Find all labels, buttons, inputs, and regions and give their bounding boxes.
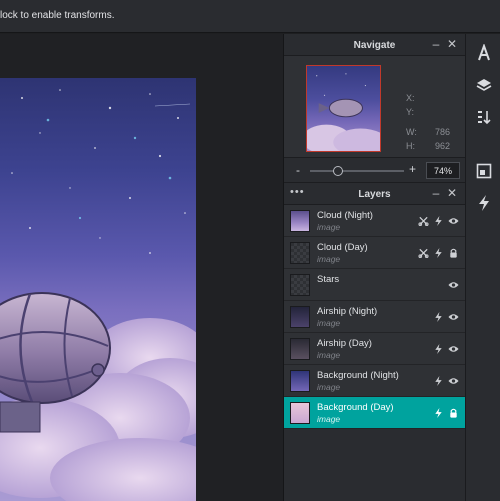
bolt-icon[interactable] bbox=[433, 375, 444, 387]
hint-text: lock to enable transforms. bbox=[0, 10, 115, 21]
layer-thumbnail bbox=[290, 306, 310, 328]
layer-name: Background (Night) bbox=[317, 370, 399, 381]
navigate-panel: X: Y: W: H: 786 962 bbox=[284, 56, 465, 157]
navigate-header: Navigate – ✕ bbox=[284, 34, 465, 56]
side-panels: Navigate – ✕ X: Y: W: H: 786 962 - + 74%… bbox=[283, 34, 465, 501]
layer-actions bbox=[418, 214, 459, 228]
width-label: W: bbox=[406, 127, 417, 137]
canvas-area[interactable] bbox=[0, 34, 283, 501]
layer-row[interactable]: Cloud (Night) image bbox=[284, 205, 465, 237]
layer-row[interactable]: Airship (Night) image bbox=[284, 301, 465, 333]
eye-icon[interactable] bbox=[448, 311, 459, 323]
zoom-out-button[interactable]: - bbox=[296, 163, 300, 177]
layer-row[interactable]: Airship (Day) image bbox=[284, 333, 465, 365]
artwork-canvas[interactable] bbox=[0, 78, 196, 501]
height-label: H: bbox=[406, 141, 415, 151]
layer-thumbnail bbox=[290, 274, 310, 296]
zoom-controls: - + bbox=[284, 157, 465, 183]
y-label: Y: bbox=[406, 107, 415, 117]
layer-type: image bbox=[317, 254, 341, 264]
right-toolbar bbox=[465, 34, 500, 501]
artwork-image bbox=[0, 89, 196, 501]
layer-type: image bbox=[317, 414, 341, 424]
bolt-icon[interactable] bbox=[433, 311, 444, 323]
layer-name: Cloud (Night) bbox=[317, 210, 373, 221]
layer-row[interactable]: Background (Day) image bbox=[284, 397, 465, 429]
close-icon[interactable]: ✕ bbox=[445, 186, 459, 200]
layer-thumbnail bbox=[290, 242, 310, 264]
minimize-icon[interactable]: – bbox=[429, 186, 443, 200]
layer-thumbnail bbox=[290, 370, 310, 392]
eye-icon[interactable] bbox=[448, 375, 459, 387]
close-icon[interactable]: ✕ bbox=[445, 37, 459, 51]
height-value: 962 bbox=[434, 141, 450, 151]
layer-type: image bbox=[317, 318, 341, 328]
layer-row[interactable]: Background (Night) image bbox=[284, 365, 465, 397]
layers-empty-area bbox=[284, 440, 465, 501]
layer-type: image bbox=[317, 350, 341, 360]
editor-window: lock to enable transforms. Navigate – ✕ … bbox=[0, 0, 500, 501]
layer-actions bbox=[418, 246, 459, 260]
layer-actions bbox=[433, 342, 459, 356]
transform-icon[interactable] bbox=[475, 162, 493, 180]
layer-actions bbox=[448, 278, 459, 292]
eye-icon[interactable] bbox=[448, 343, 459, 355]
layer-type: image bbox=[317, 382, 341, 392]
zoom-input[interactable] bbox=[426, 162, 460, 179]
zoom-slider-handle[interactable] bbox=[333, 166, 344, 176]
navigator-preview-image bbox=[307, 73, 380, 151]
layer-name: Airship (Night) bbox=[317, 306, 378, 317]
text-tool-icon[interactable] bbox=[475, 44, 493, 62]
width-value: 786 bbox=[434, 127, 450, 137]
layer-actions bbox=[433, 406, 459, 420]
x-label: X: bbox=[406, 93, 415, 103]
crop-icon[interactable] bbox=[418, 215, 429, 227]
navigator-thumbnail[interactable] bbox=[306, 65, 381, 152]
layer-name: Airship (Day) bbox=[317, 338, 372, 349]
filter-bolt-icon[interactable] bbox=[475, 194, 493, 212]
bolt-icon[interactable] bbox=[433, 343, 444, 355]
sort-icon[interactable] bbox=[475, 108, 493, 126]
bolt-icon[interactable] bbox=[433, 215, 444, 227]
bolt-icon[interactable] bbox=[433, 247, 444, 259]
layer-thumbnail bbox=[290, 402, 310, 424]
layers-stack-icon[interactable] bbox=[475, 76, 493, 94]
eye-icon[interactable] bbox=[448, 279, 459, 291]
layers-header: ••• Layers – ✕ bbox=[284, 183, 465, 205]
layer-name: Cloud (Day) bbox=[317, 242, 368, 253]
zoom-in-button[interactable]: + bbox=[409, 162, 416, 176]
bolt-icon[interactable] bbox=[433, 407, 444, 419]
crop-icon[interactable] bbox=[418, 247, 429, 259]
layer-row[interactable]: Stars bbox=[284, 269, 465, 301]
layers-list: Cloud (Night) image Cloud (Day) image Stars A… bbox=[284, 205, 465, 429]
layer-name: Stars bbox=[317, 274, 340, 285]
layer-row[interactable]: Cloud (Day) image bbox=[284, 237, 465, 269]
lock-icon[interactable] bbox=[448, 247, 459, 259]
lock-icon[interactable] bbox=[448, 407, 459, 419]
layer-type: image bbox=[317, 222, 341, 232]
layer-name: Background (Day) bbox=[317, 402, 394, 413]
minimize-icon[interactable]: – bbox=[429, 37, 443, 51]
layer-actions bbox=[433, 310, 459, 324]
layer-thumbnail bbox=[290, 338, 310, 360]
hint-bar: lock to enable transforms. bbox=[0, 0, 500, 33]
layer-actions bbox=[433, 374, 459, 388]
zoom-slider-track[interactable] bbox=[310, 170, 404, 172]
eye-icon[interactable] bbox=[448, 215, 459, 227]
layer-thumbnail bbox=[290, 210, 310, 232]
